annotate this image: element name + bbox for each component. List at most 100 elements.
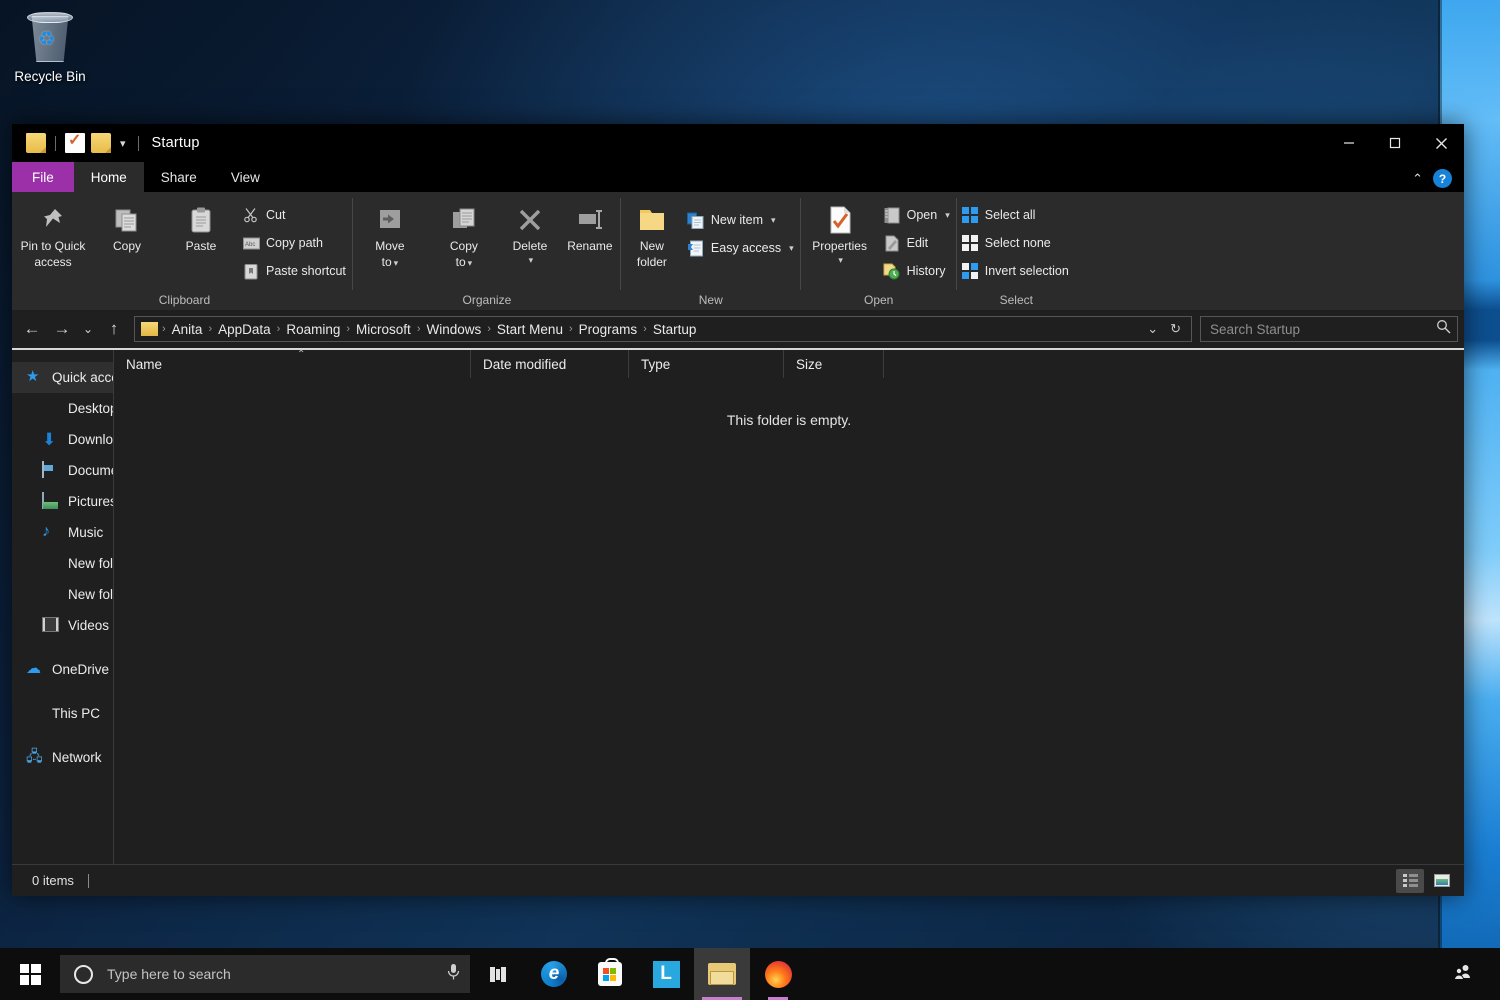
title-bar[interactable]: ▾ Startup	[12, 124, 1464, 162]
column-header-size[interactable]: Size	[784, 350, 884, 378]
select-none-button[interactable]: Select none	[957, 229, 1076, 257]
sidebar-item-label: Downloads	[68, 432, 114, 447]
button-label: Properties	[812, 239, 867, 253]
search-box[interactable]	[1200, 316, 1458, 342]
button-label: Copy path	[266, 236, 323, 250]
sidebar-item-this-pc[interactable]: This PC	[12, 698, 114, 729]
sidebar-item-documents[interactable]: Documents 📌	[12, 455, 114, 486]
taskbar-search-placeholder: Type here to search	[107, 966, 231, 982]
taskbar-app-microsoft-edge[interactable]: e	[526, 948, 582, 1000]
pin-to-quick-access-button[interactable]: Pin to Quick access	[16, 200, 90, 273]
tab-view[interactable]: View	[214, 162, 277, 192]
edit-button[interactable]: Edit	[879, 229, 957, 257]
sidebar-item-new-folder-2[interactable]: New folder	[12, 579, 114, 610]
cut-button[interactable]: Cut	[238, 201, 353, 229]
breadcrumb-item-appdata[interactable]: AppData	[213, 320, 276, 339]
address-dropdown-icon[interactable]: ⌄	[1141, 321, 1164, 337]
open-button[interactable]: Open ▾	[879, 201, 957, 229]
sidebar-item-label: Documents	[68, 463, 114, 478]
copy-button[interactable]: Copy	[90, 200, 164, 256]
sidebar-item-new-folder-1[interactable]: New folder	[12, 548, 114, 579]
paste-shortcut-button[interactable]: Paste shortcut	[238, 257, 353, 285]
history-button[interactable]: History	[879, 257, 957, 285]
button-label: Select all	[984, 208, 1036, 222]
collapse-ribbon-icon[interactable]: ⌃	[1412, 171, 1423, 187]
sidebar-item-label: New folder	[68, 587, 114, 602]
taskbar-search-box[interactable]: Type here to search	[60, 955, 470, 993]
sidebar-item-onedrive[interactable]: ☁ OneDrive	[12, 654, 114, 685]
people-icon	[1453, 964, 1472, 985]
rename-icon	[575, 203, 605, 237]
select-all-button[interactable]: Select all	[957, 201, 1076, 229]
cortana-icon[interactable]	[74, 964, 93, 984]
move-to-button[interactable]: Move to ▾	[353, 200, 427, 273]
chevron-down-icon: ▾	[771, 214, 776, 225]
taskbar-app-l[interactable]: L	[638, 948, 694, 1000]
rename-button[interactable]: Rename	[559, 200, 621, 256]
paste-button[interactable]: Paste	[164, 200, 238, 256]
folder-icon[interactable]	[26, 133, 46, 153]
microphone-icon[interactable]	[447, 963, 460, 985]
properties-button[interactable]: Properties ▾	[801, 200, 879, 269]
sidebar-item-videos[interactable]: Videos	[12, 610, 114, 641]
new-folder-icon[interactable]	[91, 133, 111, 153]
sidebar-item-network[interactable]: 🖧 Network	[12, 742, 114, 773]
desktop-icon-recycle-bin[interactable]: ♻ Recycle Bin	[8, 8, 92, 85]
breadcrumb-item-anita[interactable]: Anita	[167, 320, 208, 339]
details-view-button[interactable]	[1396, 868, 1424, 893]
column-header-name[interactable]: Name ⌃	[114, 349, 471, 378]
tab-file[interactable]: File	[12, 162, 74, 192]
easy-access-button[interactable]: Easy access ▾	[683, 234, 801, 262]
sidebar-item-music[interactable]: ♪ Music	[12, 517, 114, 548]
tab-home[interactable]: Home	[73, 162, 144, 192]
divider	[55, 135, 56, 151]
maximize-button[interactable]	[1372, 124, 1418, 162]
column-header-date-modified[interactable]: Date modified	[471, 350, 629, 378]
breadcrumb-item-programs[interactable]: Programs	[574, 320, 643, 339]
search-input[interactable]	[1210, 321, 1436, 337]
new-folder-button[interactable]: New folder	[621, 200, 683, 273]
task-view-button[interactable]	[470, 948, 526, 1000]
taskbar: Type here to search e L	[0, 948, 1500, 1000]
forward-button[interactable]: →	[48, 315, 76, 343]
up-button[interactable]: ↑	[100, 315, 128, 343]
sidebar-item-quick-access[interactable]: ★ Quick access	[12, 362, 114, 393]
large-icons-view-button[interactable]	[1428, 869, 1456, 893]
delete-button[interactable]: Delete ▾	[501, 200, 559, 269]
column-header-type[interactable]: Type	[629, 350, 784, 378]
close-button[interactable]	[1418, 124, 1464, 162]
taskbar-app-microsoft-store[interactable]	[582, 948, 638, 1000]
customize-caret-icon[interactable]: ▾	[117, 137, 129, 150]
start-button[interactable]	[0, 948, 60, 1000]
search-icon[interactable]	[1436, 319, 1451, 339]
button-label: Move	[375, 239, 405, 253]
breadcrumb-item-microsoft[interactable]: Microsoft	[351, 320, 416, 339]
invert-selection-button[interactable]: Invert selection	[957, 257, 1076, 285]
help-button[interactable]: ?	[1433, 169, 1452, 188]
group-title: Open	[863, 293, 894, 307]
sidebar-item-pictures[interactable]: Pictures 📌	[12, 486, 114, 517]
copy-path-button[interactable]: Abc Copy path	[238, 229, 353, 257]
tab-share[interactable]: Share	[144, 162, 214, 192]
taskbar-app-file-explorer[interactable]	[694, 948, 750, 1000]
minimize-button[interactable]	[1326, 124, 1372, 162]
ribbon-tab-actions: ⌃ ?	[1412, 169, 1452, 188]
breadcrumb-item-startup[interactable]: Startup	[648, 320, 702, 339]
recent-locations-button[interactable]: ⌄	[78, 315, 98, 343]
address-bar[interactable]: › Anita › AppData › Roaming › Microsoft …	[134, 316, 1192, 342]
refresh-icon[interactable]: ↻	[1164, 321, 1187, 337]
button-label: Pin to Quick	[20, 239, 86, 253]
breadcrumb-item-windows[interactable]: Windows	[421, 320, 486, 339]
back-button[interactable]: ←	[18, 315, 46, 343]
new-item-button[interactable]: New item ▾	[683, 206, 801, 234]
people-button[interactable]	[1443, 948, 1482, 1000]
breadcrumb-item-roaming[interactable]: Roaming	[281, 320, 345, 339]
status-bar: 0 items	[12, 864, 1464, 896]
taskbar-app-firefox[interactable]	[750, 948, 806, 1000]
breadcrumb-item-start-menu[interactable]: Start Menu	[492, 320, 568, 339]
sidebar-item-label: Desktop	[68, 401, 114, 416]
sidebar-item-downloads[interactable]: ⬇ Downloads 📌	[12, 424, 114, 455]
copy-to-button[interactable]: Copy to ▾	[427, 200, 501, 273]
properties-icon[interactable]	[65, 130, 85, 153]
sidebar-item-desktop[interactable]: Desktop 📌	[12, 393, 114, 424]
